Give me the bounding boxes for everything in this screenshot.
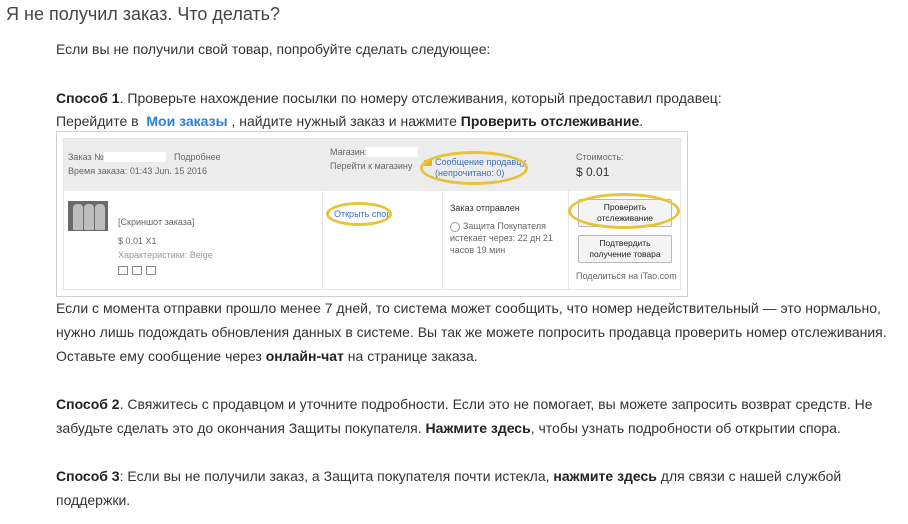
badge-icon (132, 266, 142, 276)
way1-label: Способ 1 (56, 90, 120, 106)
product-thumbnail[interactable] (68, 201, 108, 231)
cost-label: Стоимость: (576, 152, 624, 162)
share-itao-link[interactable]: Поделиться на iTao.com (576, 271, 677, 281)
order-no-label: Заказ №: (68, 152, 107, 162)
way2-line1: Способ 2. Свяжитесь с продавцом и уточни… (56, 396, 873, 412)
way1-line1: Способ 1. Проверьте нахождение посылки п… (56, 86, 722, 110)
shop-name-redacted (366, 147, 418, 157)
column-divider (322, 191, 323, 289)
para2-line2: нужно лишь подождать обновления данных в… (56, 324, 887, 340)
column-divider (442, 191, 443, 289)
product-properties: Характеристики: Beige (118, 250, 213, 260)
go-to-shop-link[interactable]: Перейти к магазину (330, 161, 412, 171)
highlight-message-seller (420, 151, 528, 185)
order-time: Время заказа: 01:43 Jun. 15 2016 (68, 166, 207, 176)
way1-text: . Проверьте нахождение посылки по номеру… (119, 90, 722, 106)
highlight-check-tracking (568, 193, 680, 229)
online-chat-text: онлайн-чат (265, 348, 344, 364)
way1-go-prefix: Перейдите в (56, 113, 143, 129)
way1-go-middle: , найдите нужный заказ и нажмите (227, 113, 461, 129)
check-tracking-text: Проверить отслеживание (460, 113, 640, 129)
way3-line1: Способ 3: Если вы не получили заказ, а З… (56, 468, 842, 484)
badge-icon (118, 266, 128, 276)
badge-icon (146, 266, 156, 276)
order-screenshot: Заказ №: Подробнее Время заказа: 01:43 J… (56, 131, 688, 297)
protection-hours: часов 19 мин (450, 245, 506, 255)
protection-expires: истекает через: 22 дн 21 (450, 233, 553, 243)
way3-line2: поддержки. (56, 492, 131, 508)
product-price-qty: $ 0.01 X1 (118, 236, 157, 246)
way1-go-suffix: . (639, 113, 644, 129)
order-status: Заказ отправлен (450, 203, 520, 213)
page-title: Я не получил заказ. Что делать? (6, 4, 281, 24)
order-no-redacted (104, 152, 166, 162)
clock-icon (450, 221, 460, 232)
shop-label: Магазин: (330, 147, 368, 157)
highlight-open-dispute (326, 202, 392, 226)
product-name[interactable]: [Скриншот заказа] (118, 217, 194, 227)
buyer-protection: Защита Покупателя (450, 221, 546, 232)
confirm-receipt-button[interactable]: Подтвердить получение товара (578, 235, 672, 263)
way2-line2: забудьте сделать это до окончания Защиты… (56, 420, 841, 436)
my-orders-link[interactable]: Мои заказы (146, 113, 227, 129)
product-badges (118, 265, 160, 276)
contact-support-link[interactable]: нажмите здесь (553, 468, 657, 484)
para2-line1: Если с момента отправки прошло менее 7 д… (56, 300, 881, 316)
para2-line3: Оставьте ему сообщение через онлайн-чат … (56, 348, 478, 364)
way3-label: Способ 3 (56, 468, 120, 484)
order-card: Заказ №: Подробнее Время заказа: 01:43 J… (63, 138, 681, 290)
order-header: Заказ №: Подробнее Время заказа: 01:43 J… (64, 139, 680, 191)
way1-line2: Перейдите в Мои заказы , найдите нужный … (56, 109, 643, 133)
intro-text: Если вы не получили свой товар, попробуй… (56, 41, 491, 57)
order-details-link[interactable]: Подробнее (174, 152, 221, 162)
way2-label: Способ 2 (56, 396, 120, 412)
cost-value: $ 0.01 (576, 165, 610, 179)
dispute-info-link[interactable]: Нажмите здесь (426, 420, 531, 436)
